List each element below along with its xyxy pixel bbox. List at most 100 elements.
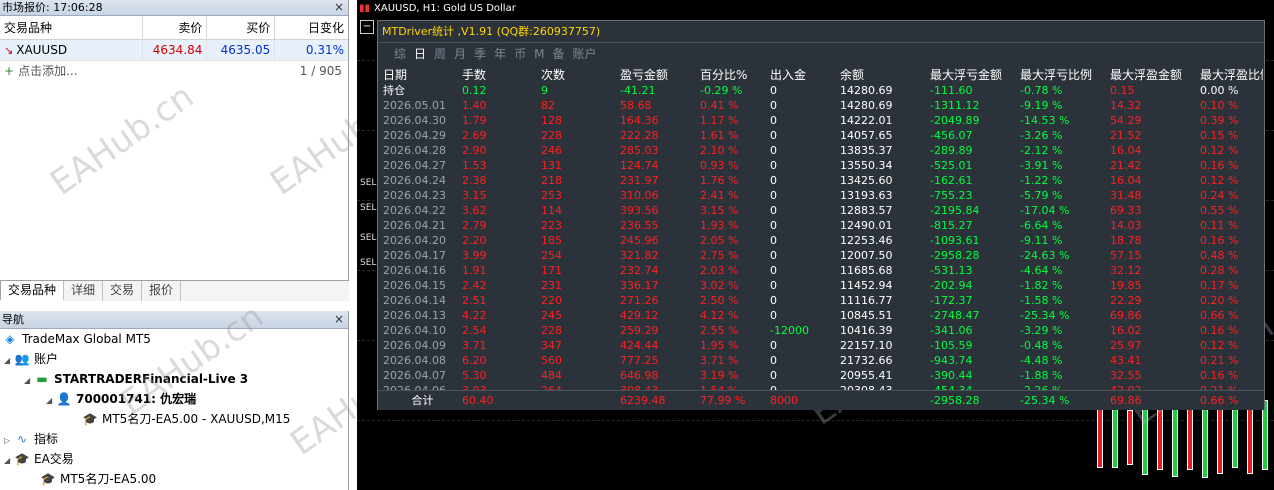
expand-arrow-icon[interactable]: ◢ bbox=[4, 451, 14, 471]
column-symbol[interactable]: 交易品种 bbox=[0, 16, 143, 39]
stats-cell: 0 bbox=[770, 339, 777, 352]
stats-cell: -2.12 % bbox=[1020, 144, 1063, 157]
stats-cell: 0.12 bbox=[462, 84, 487, 97]
tab-ticks[interactable]: 报价 bbox=[142, 281, 182, 301]
one-click-trading-icon[interactable]: − bbox=[360, 20, 374, 34]
total-pnl: 6239.48 bbox=[620, 394, 666, 407]
column-change[interactable]: 日变化 bbox=[275, 16, 348, 39]
stats-cell: 0.41 % bbox=[700, 99, 739, 112]
stats-cell: 22.29 bbox=[1110, 294, 1142, 307]
stats-menu-item[interactable]: 综 bbox=[394, 43, 406, 65]
stats-cell: 4.12 % bbox=[700, 309, 739, 322]
stats-cell: 13425.60 bbox=[840, 174, 893, 187]
stats-menu-item[interactable]: 周 bbox=[434, 43, 446, 65]
stats-cell: -1.22 % bbox=[1020, 174, 1063, 187]
stats-cell: -2049.89 bbox=[930, 114, 980, 127]
stats-cell: 393.56 bbox=[620, 204, 659, 217]
expand-arrow-icon[interactable]: ◢ bbox=[46, 391, 56, 411]
total-max-float-loss: -2958.28 bbox=[930, 394, 980, 407]
stats-cell: -162.61 bbox=[930, 174, 973, 187]
stats-cell: 228 bbox=[541, 129, 562, 142]
collapse-arrow-icon[interactable]: ▷ bbox=[4, 431, 14, 451]
stats-cell: 2026.04.22 bbox=[383, 204, 446, 217]
stats-cell: 58.68 bbox=[620, 99, 652, 112]
tree-item-experts[interactable]: ◢ 🎓 EA交易 bbox=[0, 449, 348, 469]
stats-cell: 2.79 bbox=[462, 219, 487, 232]
tab-details[interactable]: 详细 bbox=[64, 281, 104, 301]
stats-cell: 2.10 % bbox=[700, 144, 739, 157]
stats-cell: -2748.47 bbox=[930, 309, 980, 322]
stats-menu-item[interactable]: 币 bbox=[514, 43, 526, 65]
stats-row: 2026.04.17 3.99 254 321.82 2.75 % 0 12007.50 -2… bbox=[383, 248, 1263, 263]
stats-cell: 3.99 bbox=[462, 249, 487, 262]
stats-menu-item[interactable]: 备 bbox=[552, 43, 564, 65]
stats-cell: -0.78 % bbox=[1020, 84, 1063, 97]
stats-cell: 3.71 bbox=[462, 339, 487, 352]
stats-cell: 2.90 bbox=[462, 144, 487, 157]
plus-icon: + bbox=[4, 64, 15, 78]
tree-item-indicators[interactable]: ▷ ∿ 指标 bbox=[0, 429, 348, 449]
column-header: 百分比% bbox=[700, 68, 748, 82]
stats-cell: 22157.10 bbox=[840, 339, 893, 352]
server-name: STARTRADERFinancial-Live 3 bbox=[54, 372, 249, 386]
stats-cell: 0 bbox=[770, 219, 777, 232]
tree-item-accounts[interactable]: ◢ 👥 账户 bbox=[0, 349, 348, 369]
stats-cell: 0 bbox=[770, 249, 777, 262]
expand-arrow-icon[interactable]: ◢ bbox=[24, 371, 34, 391]
stats-cell: 13835.37 bbox=[840, 144, 893, 157]
stats-cell: 560 bbox=[541, 354, 562, 367]
tree-item-ea-instance[interactable]: 🎓 MT5名刀-EA5.00 - XAUUSD,M15 bbox=[0, 409, 348, 429]
stats-menu-item[interactable]: 账户 bbox=[572, 43, 596, 65]
stats-menu-item[interactable]: M bbox=[534, 43, 544, 65]
navigator-tree: ◈ TradeMax Global MT5 ◢ 👥 账户 ◢ ▬ STARTRADERFi… bbox=[0, 329, 348, 489]
total-label: 合计 bbox=[411, 394, 434, 407]
ask-price: 4635.05 bbox=[207, 40, 276, 60]
stats-cell: 2.69 bbox=[462, 129, 487, 142]
stats-cell: 12490.01 bbox=[840, 219, 893, 232]
stats-cell: 222.28 bbox=[620, 129, 659, 142]
tree-item-broker[interactable]: ◈ TradeMax Global MT5 bbox=[0, 329, 348, 349]
stats-cell: 1.76 % bbox=[700, 174, 739, 187]
column-ask[interactable]: 买价 bbox=[207, 16, 276, 39]
ea-hat-icon: 🎓 bbox=[40, 472, 56, 486]
stats-menu-item[interactable]: 年 bbox=[494, 43, 506, 65]
stats-cell: 6.20 bbox=[462, 354, 487, 367]
tree-item-account[interactable]: ◢ 👤 700001741: 仇宏瑞 bbox=[0, 389, 348, 409]
stats-menu-item[interactable]: 季 bbox=[474, 43, 486, 65]
stats-menu: 综日周月季年币 M 备账户 bbox=[378, 43, 1264, 65]
stats-cell: 223 bbox=[541, 219, 562, 232]
stats-cell: 0.11 % bbox=[1200, 219, 1239, 232]
stats-cell: 2026.04.08 bbox=[383, 354, 446, 367]
stats-cell: 2.41 % bbox=[700, 189, 739, 202]
tree-item-ea[interactable]: 🎓 MT5名刀-EA5.00 bbox=[0, 469, 348, 489]
stats-cell: 31.48 bbox=[1110, 189, 1142, 202]
stats-cell: 13193.63 bbox=[840, 189, 893, 202]
chart-bars-icon: ▮▮ bbox=[359, 3, 371, 14]
column-bid[interactable]: 卖价 bbox=[143, 16, 208, 39]
expand-arrow-icon[interactable]: ◢ bbox=[4, 351, 14, 371]
add-symbol-row[interactable]: + 点击添加... 1 / 905 bbox=[0, 61, 348, 81]
stats-cell: -202.94 bbox=[930, 279, 973, 292]
stats-menu-item[interactable]: 月 bbox=[454, 43, 466, 65]
stats-cell: 2026.04.10 bbox=[383, 324, 446, 337]
total-max-float-profit-pct: 0.66 % bbox=[1200, 394, 1239, 407]
stats-cell: 11452.94 bbox=[840, 279, 893, 292]
stats-cell: 0.48 % bbox=[1200, 249, 1239, 262]
stats-cell: 220 bbox=[541, 294, 562, 307]
stats-cell: 32.12 bbox=[1110, 264, 1142, 277]
stats-cell: 4.22 bbox=[462, 309, 487, 322]
market-watch-tabs: 交易品种 详细 交易 报价 bbox=[0, 280, 349, 301]
tree-item-server[interactable]: ◢ ▬ STARTRADERFinancial-Live 3 bbox=[0, 369, 348, 389]
stats-cell: 0 bbox=[770, 129, 777, 142]
indicator-icon: ∿ bbox=[16, 432, 28, 446]
stats-cell: 245.96 bbox=[620, 234, 659, 247]
stats-cell: -41.21 bbox=[620, 84, 656, 97]
close-icon[interactable]: × bbox=[334, 311, 344, 328]
ea-item-name: MT5名刀-EA5.00 bbox=[60, 472, 157, 486]
stats-cell: -5.79 % bbox=[1020, 189, 1063, 202]
tab-trading[interactable]: 交易 bbox=[103, 281, 143, 301]
close-icon[interactable]: × bbox=[334, 0, 344, 15]
stats-menu-item[interactable]: 日 bbox=[414, 43, 426, 65]
tab-symbols[interactable]: 交易品种 bbox=[0, 281, 65, 301]
symbol-row[interactable]: ↘ XAUUSD 4634.84 4635.05 0.31% bbox=[0, 40, 348, 61]
